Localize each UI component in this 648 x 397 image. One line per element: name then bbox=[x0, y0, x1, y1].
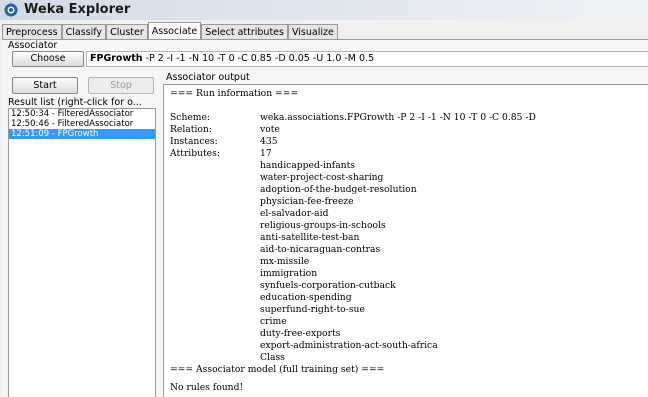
attribute-name: water-project-cost-sharing bbox=[260, 172, 384, 183]
attribute-name: synfuels-corporation-cutback bbox=[260, 280, 396, 291]
attribute-name: Class bbox=[260, 352, 285, 363]
tab-bar: Preprocess Classify Cluster Associate Se… bbox=[2, 22, 338, 40]
algorithm-options: -P 2 -I -1 -N 10 -T 0 -C 0.85 -D 0.05 -U… bbox=[145, 53, 375, 64]
attributes-key: Attributes: bbox=[170, 148, 220, 159]
attribute-name: el-salvador-aid bbox=[260, 208, 329, 219]
attribute-name: export-administration-act-south-africa bbox=[260, 340, 438, 351]
associator-output-label: Associator output bbox=[166, 72, 250, 83]
scheme-value: weka.associations.FPGrowth -P 2 -I -1 -N… bbox=[260, 112, 536, 123]
tab-classify[interactable]: Classify bbox=[61, 24, 107, 40]
tab-visualize[interactable]: Visualize bbox=[287, 24, 338, 40]
attribute-name: adoption-of-the-budget-resolution bbox=[260, 184, 417, 195]
result-list-item[interactable]: 12:50:46 - FilteredAssociator bbox=[9, 119, 155, 129]
associator-config-field[interactable]: FPGrowth -P 2 -I -1 -N 10 -T 0 -C 0.85 -… bbox=[86, 51, 648, 67]
relation-key: Relation: bbox=[170, 124, 212, 135]
model-header: === Associator model (full training set)… bbox=[170, 364, 385, 375]
result-list-label: Result list (right-click for o... bbox=[8, 97, 142, 108]
algorithm-name: FPGrowth bbox=[90, 53, 143, 64]
attribute-name: aid-to-nicaraguan-contras bbox=[260, 244, 381, 255]
result-list-item-selected[interactable]: 12:51:09 - FPGrowth bbox=[9, 129, 155, 139]
attribute-name: religious-groups-in-schools bbox=[260, 220, 386, 231]
instances-key: Instances: bbox=[170, 136, 218, 147]
attributes-list: handicapped-infants water-project-cost-s… bbox=[260, 160, 438, 369]
result-list-item[interactable]: 12:50:34 - FilteredAssociator bbox=[9, 109, 155, 119]
tab-associate[interactable]: Associate bbox=[147, 22, 202, 40]
run-info-header: === Run information === bbox=[170, 88, 299, 99]
tab-select-attributes[interactable]: Select attributes bbox=[201, 24, 288, 40]
title-bar: Weka Explorer bbox=[0, 0, 648, 20]
choose-button[interactable]: Choose bbox=[12, 51, 84, 67]
result-message: No rules found! bbox=[170, 382, 244, 393]
attribute-name: handicapped-infants bbox=[260, 160, 355, 171]
attribute-name: anti-satellite-test-ban bbox=[260, 232, 360, 243]
start-button[interactable]: Start bbox=[12, 77, 78, 94]
attribute-name: crime bbox=[260, 316, 287, 327]
attribute-name: superfund-right-to-sue bbox=[260, 304, 365, 315]
tab-preprocess[interactable]: Preprocess bbox=[2, 24, 62, 40]
scheme-key: Scheme: bbox=[170, 112, 211, 123]
result-list[interactable]: 12:50:34 - FilteredAssociator 12:50:46 -… bbox=[8, 108, 156, 397]
attribute-name: physician-fee-freeze bbox=[260, 196, 354, 207]
instances-value: 435 bbox=[260, 136, 278, 147]
associator-section-label: Associator bbox=[8, 40, 58, 51]
window-title: Weka Explorer bbox=[24, 2, 131, 17]
weka-bird-icon bbox=[4, 3, 18, 17]
tab-cluster[interactable]: Cluster bbox=[106, 24, 148, 40]
associator-output-area[interactable]: === Run information === Scheme: weka.ass… bbox=[163, 84, 648, 397]
attributes-count: 17 bbox=[260, 148, 272, 159]
attribute-name: education-spending bbox=[260, 292, 352, 303]
attribute-name: duty-free-exports bbox=[260, 328, 341, 339]
stop-button[interactable]: Stop bbox=[88, 77, 154, 94]
relation-value: vote bbox=[260, 124, 280, 135]
attribute-name: immigration bbox=[260, 268, 318, 279]
attribute-name: mx-missile bbox=[260, 256, 310, 267]
